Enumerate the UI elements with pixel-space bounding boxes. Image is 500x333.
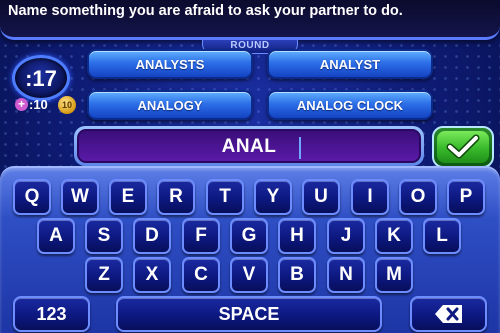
checkmark-icon [446,134,480,159]
key-k[interactable]: K [375,218,413,254]
answer-input[interactable]: ANAL [77,129,421,163]
answer-tile-1[interactable]: ANALYSTS [87,49,253,79]
key-i[interactable]: I [351,179,389,215]
text-cursor [299,137,301,159]
backspace-key[interactable] [410,296,487,332]
backspace-icon [434,305,462,323]
question-text: Name something you are afraid to ask you… [8,3,403,19]
key-q[interactable]: Q [13,179,51,215]
key-w[interactable]: W [61,179,99,215]
answer-input-frame: ANAL [74,126,424,166]
key-m[interactable]: M [375,257,413,293]
key-x[interactable]: X [133,257,171,293]
countdown-timer: :17 [12,55,70,101]
key-g[interactable]: G [230,218,268,254]
key-f[interactable]: F [182,218,220,254]
key-j[interactable]: J [327,218,365,254]
timer-value: :17 [25,66,57,91]
key-v[interactable]: V [230,257,268,293]
answer-tile-3[interactable]: ANALOGY [87,90,253,120]
key-h[interactable]: H [278,218,316,254]
key-b[interactable]: B [278,257,316,293]
space-key[interactable]: SPACE [116,296,382,332]
key-z[interactable]: Z [85,257,123,293]
plus-icon: + [15,98,28,111]
key-l[interactable]: L [423,218,461,254]
time-bonus-value: :10 [29,97,48,112]
key-c[interactable]: C [182,257,220,293]
answer-tile-4[interactable]: ANALOG CLOCK [267,90,433,120]
numbers-key[interactable]: 123 [13,296,90,332]
key-d[interactable]: D [133,218,171,254]
key-r[interactable]: R [157,179,195,215]
answer-tile-2[interactable]: ANALYST [267,49,433,79]
answer-input-text: ANAL [221,136,277,157]
on-screen-keyboard: Q W E R T Y U I O P A S D F G H J K L Z … [0,166,500,333]
game-screen: Name something you are afraid to ask you… [0,0,500,333]
key-o[interactable]: O [399,179,437,215]
key-a[interactable]: A [37,218,75,254]
key-t[interactable]: T [206,179,244,215]
key-n[interactable]: N [327,257,365,293]
key-e[interactable]: E [109,179,147,215]
key-s[interactable]: S [85,218,123,254]
question-bar: Name something you are afraid to ask you… [0,0,500,40]
submit-button[interactable] [432,126,494,168]
key-u[interactable]: U [302,179,340,215]
key-y[interactable]: Y [254,179,292,215]
key-p[interactable]: P [447,179,485,215]
submit-button-face [437,131,489,163]
coin-icon: 10 [58,96,76,114]
